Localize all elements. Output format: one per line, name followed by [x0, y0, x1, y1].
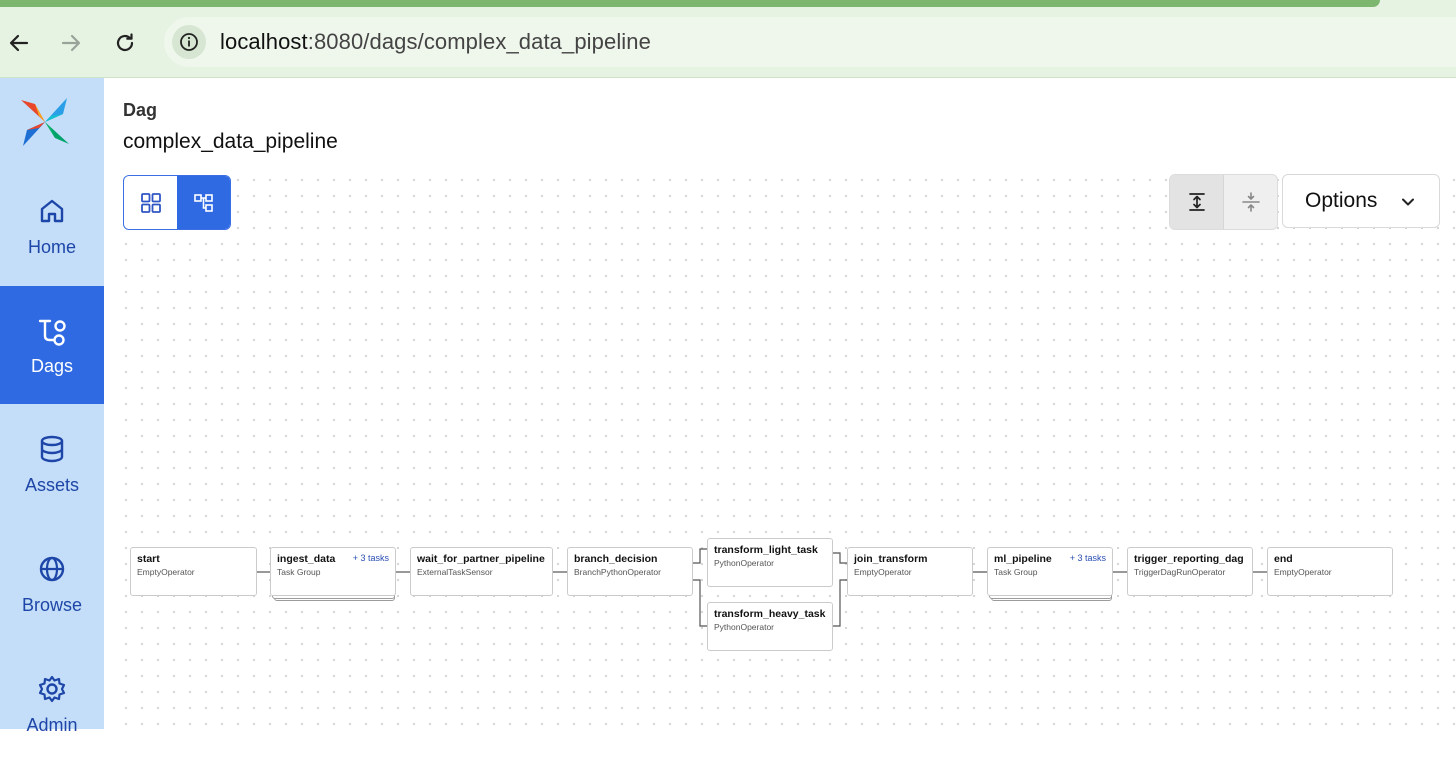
expand-vertical-button[interactable]	[1170, 175, 1224, 229]
forward-button[interactable]	[54, 26, 88, 60]
grid-view-button[interactable]	[124, 176, 177, 229]
task-group-count[interactable]: + 3 tasks	[1070, 553, 1106, 563]
expand-vertical-icon	[1188, 193, 1205, 211]
chevron-down-icon	[1402, 198, 1414, 206]
arrow-right-icon	[61, 34, 81, 52]
task-operator: Task Group	[277, 567, 321, 577]
collapse-vertical-button[interactable]	[1224, 175, 1277, 229]
gear-icon	[38, 675, 66, 703]
graph-view-button[interactable]	[177, 176, 230, 229]
task-operator: PythonOperator	[714, 558, 775, 568]
arrow-left-icon	[9, 34, 29, 52]
info-icon	[180, 33, 198, 51]
grid-view-icon	[140, 192, 161, 213]
task-operator: EmptyOperator	[1274, 567, 1332, 577]
task-node-transform-heavy-task[interactable]: transform_heavy_task PythonOperator	[707, 602, 833, 651]
task-name: trigger_reporting_dag	[1134, 553, 1244, 565]
sidebar-item-label: Dags	[30, 356, 74, 376]
layout-direction-group	[1169, 174, 1278, 230]
options-label: Options	[1305, 189, 1378, 212]
task-node-wait-for-partner-pipeline[interactable]: wait_for_partner_pipeline ExternalTaskSe…	[410, 547, 553, 596]
airflow-logo	[21, 98, 69, 146]
browser-tab-strip	[0, 0, 1380, 7]
back-button[interactable]	[2, 26, 36, 60]
task-group-ml-pipeline[interactable]: ml_pipeline Task Group + 3 tasks	[987, 547, 1113, 596]
collapse-vertical-icon	[1241, 192, 1260, 212]
globe-icon	[39, 556, 65, 582]
reload-icon	[116, 33, 134, 52]
sidebar-item-home[interactable]: Home	[0, 167, 104, 285]
graph-view-icon	[193, 193, 213, 212]
task-node-branch-decision[interactable]: branch_decision BranchPythonOperator	[567, 547, 693, 596]
home-icon	[40, 199, 64, 223]
task-name: wait_for_partner_pipeline	[417, 553, 545, 565]
breadcrumb: Dag	[123, 100, 158, 120]
site-info-button[interactable]	[172, 25, 206, 59]
task-operator: PythonOperator	[714, 622, 775, 632]
task-node-transform-light-task[interactable]: transform_light_task PythonOperator	[707, 538, 833, 587]
task-node-end[interactable]: end EmptyOperator	[1267, 547, 1393, 596]
sidebar-item-label: Admin	[26, 715, 78, 735]
options-dropdown[interactable]: Options	[1282, 174, 1440, 228]
task-group-count[interactable]: + 3 tasks	[353, 553, 389, 563]
dag-icon	[38, 319, 66, 346]
task-name: transform_heavy_task	[714, 608, 826, 620]
sidebar-item-admin[interactable]: Admin	[0, 645, 104, 763]
url-path: :8080/dags/complex_data_pipeline	[307, 29, 651, 54]
task-name: join_transform	[854, 553, 928, 565]
task-operator: BranchPythonOperator	[574, 567, 661, 577]
task-name: end	[1274, 553, 1293, 565]
sidebar-item-assets[interactable]: Assets	[0, 405, 104, 523]
task-name: start	[137, 553, 160, 565]
task-name: transform_light_task	[714, 544, 818, 556]
task-node-start[interactable]: start EmptyOperator	[130, 547, 257, 596]
sidebar-item-dags[interactable]: Dags	[0, 286, 104, 404]
database-icon	[40, 435, 64, 463]
page-title: complex_data_pipeline	[123, 130, 338, 153]
url-host: localhost	[220, 29, 308, 54]
url-text[interactable]: localhost:8080/dags/complex_data_pipelin…	[220, 29, 651, 55]
reload-button[interactable]	[108, 26, 142, 60]
sidebar-item-label: Home	[27, 237, 76, 257]
task-operator: EmptyOperator	[854, 567, 912, 577]
task-node-trigger-reporting-dag[interactable]: trigger_reporting_dag TriggerDagRunOpera…	[1127, 547, 1253, 596]
task-node-join-transform[interactable]: join_transform EmptyOperator	[847, 547, 973, 596]
view-toggle	[123, 175, 231, 230]
sidebar-item-label: Browse	[21, 595, 83, 615]
sidebar-item-browse[interactable]: Browse	[0, 525, 104, 643]
task-operator: TriggerDagRunOperator	[1134, 567, 1226, 577]
task-operator: EmptyOperator	[137, 567, 195, 577]
task-operator: ExternalTaskSensor	[417, 567, 493, 577]
task-operator: Task Group	[994, 567, 1038, 577]
task-group-ingest-data[interactable]: ingest_data Task Group + 3 tasks	[270, 547, 396, 596]
task-name: branch_decision	[574, 553, 658, 565]
sidebar-item-label: Assets	[24, 475, 80, 495]
